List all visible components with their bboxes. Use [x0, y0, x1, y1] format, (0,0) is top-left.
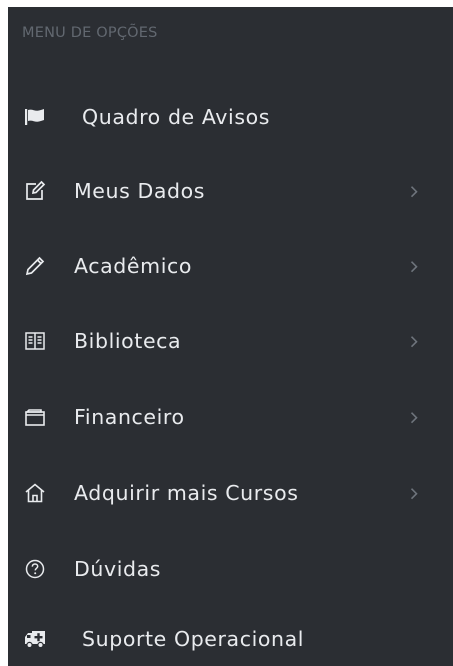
- chevron-right-icon: [410, 261, 418, 273]
- chevron-right-icon: [410, 488, 418, 500]
- menu-item-label: Acadêmico: [74, 254, 192, 278]
- menu-item-academico[interactable]: Acadêmico: [8, 236, 453, 296]
- menu-item-label: Dúvidas: [74, 557, 162, 581]
- menu-item-duvidas[interactable]: Dúvidas: [8, 539, 453, 599]
- menu-header: MENU DE OPÇÕES: [22, 25, 158, 41]
- sidebar-menu: MENU DE OPÇÕES Quadro de Avisos Meus Dad…: [8, 7, 453, 666]
- wallet-icon: [25, 409, 45, 426]
- chevron-right-icon: [410, 412, 418, 424]
- edit-icon: [26, 180, 46, 200]
- menu-item-label: Quadro de Avisos: [82, 105, 271, 129]
- menu-item-suporte-operacional[interactable]: Suporte Operacional: [8, 609, 453, 666]
- menu-item-label: Financeiro: [74, 405, 185, 429]
- menu-item-label: Biblioteca: [74, 329, 182, 353]
- menu-item-biblioteca[interactable]: Biblioteca: [8, 311, 453, 371]
- home-icon: [25, 483, 45, 503]
- chevron-right-icon: [410, 336, 418, 348]
- menu-item-quadro-de-avisos[interactable]: Quadro de Avisos: [8, 87, 453, 147]
- pencil-icon: [25, 256, 45, 276]
- book-icon: [25, 332, 45, 350]
- menu-item-label: Meus Dados: [74, 179, 206, 203]
- ambulance-icon: [25, 631, 45, 649]
- flag-icon: [25, 109, 44, 125]
- menu-item-label: Adquirir mais Cursos: [74, 481, 299, 505]
- menu-item-adquirir-mais-cursos[interactable]: Adquirir mais Cursos: [8, 463, 453, 523]
- menu-item-meus-dados[interactable]: Meus Dados: [8, 161, 453, 221]
- question-circle-icon: [25, 559, 45, 579]
- menu-item-label: Suporte Operacional: [82, 627, 305, 651]
- chevron-right-icon: [410, 186, 418, 198]
- menu-item-financeiro[interactable]: Financeiro: [8, 387, 453, 447]
